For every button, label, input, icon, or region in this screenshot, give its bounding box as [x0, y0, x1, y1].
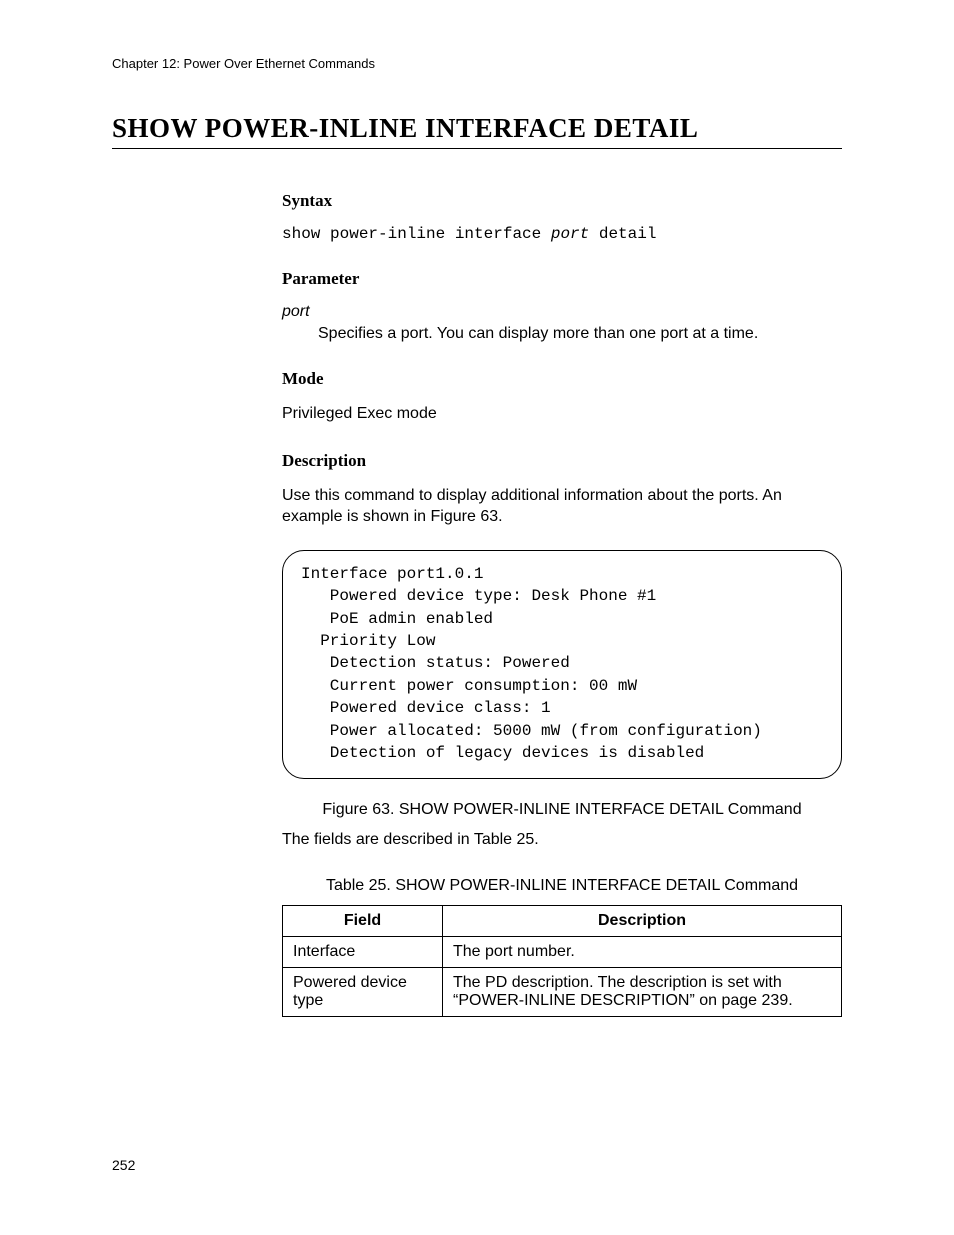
table-intro-text: The fields are described in Table 25. — [282, 829, 842, 851]
td-field: Interface — [283, 936, 443, 967]
description-heading: Description — [282, 451, 842, 471]
page-content: Chapter 12: Power Over Ethernet Commands… — [0, 0, 954, 1233]
th-desc: Description — [443, 905, 842, 936]
param-name: port — [282, 303, 842, 321]
syntax-prefix: show power-inline interface — [282, 225, 551, 243]
table-header-row: Field Description — [283, 905, 842, 936]
figure-caption: Figure 63. SHOW POWER-INLINE INTERFACE D… — [282, 801, 842, 819]
fields-table: Field Description Interface The port num… — [282, 905, 842, 1017]
syntax-heading: Syntax — [282, 191, 842, 211]
th-field: Field — [283, 905, 443, 936]
td-field: Powered device type — [283, 967, 443, 1016]
table-row: Powered device type The PD description. … — [283, 967, 842, 1016]
page-number: 252 — [112, 1157, 842, 1173]
td-desc: The PD description. The description is s… — [443, 967, 842, 1016]
table-row: Interface The port number. — [283, 936, 842, 967]
chapter-header: Chapter 12: Power Over Ethernet Commands — [112, 56, 842, 71]
content-body: Syntax show power-inline interface port … — [282, 191, 842, 1017]
syntax-command: show power-inline interface port detail — [282, 225, 842, 243]
td-desc: The port number. — [443, 936, 842, 967]
mode-text: Privileged Exec mode — [282, 403, 842, 425]
table-caption: Table 25. SHOW POWER-INLINE INTERFACE DE… — [282, 877, 842, 895]
mode-heading: Mode — [282, 369, 842, 389]
syntax-param: port — [551, 225, 589, 243]
description-text: Use this command to display additional i… — [282, 485, 842, 528]
parameter-heading: Parameter — [282, 269, 842, 289]
page-title: SHOW POWER-INLINE INTERFACE DETAIL — [112, 113, 842, 149]
param-desc: Specifies a port. You can display more t… — [318, 325, 842, 343]
syntax-suffix: detail — [589, 225, 656, 243]
code-example-box: Interface port1.0.1 Powered device type:… — [282, 550, 842, 780]
